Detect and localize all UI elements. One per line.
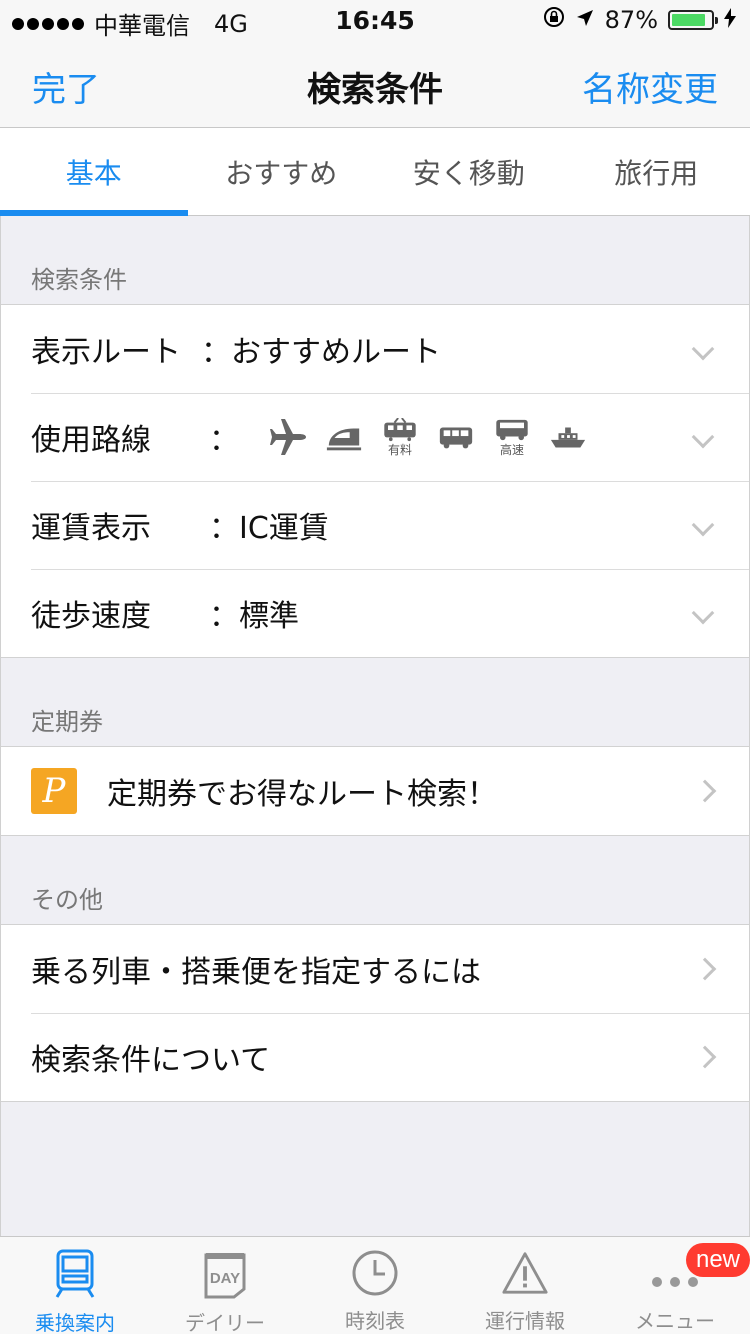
lines-used-separator: ：	[209, 423, 239, 458]
tabbar-transfer[interactable]: 乗換案内	[0, 1237, 150, 1334]
tabbar-transfer-label: 乗換案内	[35, 1311, 115, 1334]
lines-used-label: 使用路線	[31, 423, 151, 458]
transport-icons: 有料 高速	[267, 416, 589, 458]
fare-display-row[interactable]: 運賃表示 ：IC運賃	[1, 481, 749, 569]
route-display-label: 表示ルート	[31, 335, 181, 370]
location-icon	[575, 6, 595, 34]
chevron-right-icon	[693, 1045, 717, 1069]
section-header-other: その他	[31, 886, 103, 914]
specify-train-row[interactable]: 乗る列車・搭乗便を指定するには	[1, 925, 749, 1013]
calendar-day-icon: DAY	[201, 1249, 249, 1299]
tab-recommended[interactable]: おすすめ	[188, 128, 376, 215]
bottom-tab-bar: 乗換案内 DAY デイリー 時刻表 運行情報 メニュー new	[0, 1236, 750, 1334]
tab-basic[interactable]: 基本	[0, 128, 188, 216]
battery-icon	[668, 10, 718, 30]
tabbar-timetable-label: 時刻表	[345, 1309, 405, 1333]
section-header-commuter: 定期券	[31, 708, 103, 736]
tab-travel[interactable]: 旅行用	[563, 128, 750, 215]
navigation-bar: 完了 検索条件 名称変更	[0, 40, 750, 128]
new-badge: new	[685, 1243, 750, 1277]
tabbar-daily[interactable]: DAY デイリー	[150, 1237, 300, 1334]
train-icon	[51, 1249, 99, 1299]
status-right: 87%	[543, 6, 736, 34]
route-display-value: ：おすすめルート	[201, 335, 441, 370]
tabbar-daily-label: デイリー	[185, 1311, 265, 1334]
shinkansen-icon[interactable]	[323, 416, 365, 458]
rotation-lock-icon	[543, 6, 565, 34]
specify-train-label: 乗る列車・搭乗便を指定するには	[31, 955, 481, 990]
commuter-pass-icon: P	[31, 768, 77, 814]
tab-cheap[interactable]: 安く移動	[375, 128, 563, 215]
ferry-icon[interactable]	[547, 416, 589, 458]
condition-tabs: 基本 おすすめ 安く移動 旅行用	[0, 128, 750, 216]
fare-display-value: ：IC運賃	[209, 511, 329, 546]
route-display-row[interactable]: 表示ルート ：おすすめルート	[1, 305, 749, 393]
rename-button[interactable]: 名称変更	[582, 62, 718, 111]
tabbar-menu[interactable]: メニュー new	[600, 1237, 750, 1334]
commuter-group: P 定期券でお得なルート検索！	[1, 746, 749, 836]
tabbar-service-info[interactable]: 運行情報	[450, 1237, 600, 1334]
search-conditions-group: 表示ルート ：おすすめルート 使用路線 ： 有料 高速 運賃表示 ：IC運賃 徒…	[1, 304, 749, 658]
warning-icon	[501, 1249, 549, 1297]
highway-label: 高速	[499, 443, 524, 457]
battery-percent: 87%	[604, 6, 658, 34]
tabbar-timetable[interactable]: 時刻表	[300, 1237, 450, 1334]
lines-used-row[interactable]: 使用路線 ： 有料 高速	[1, 393, 749, 481]
battery-level	[672, 14, 706, 26]
commuter-route-row[interactable]: P 定期券でお得なルート検索！	[1, 747, 749, 835]
settings-content: 検索条件 表示ルート ：おすすめルート 使用路線 ： 有料 高速 運賃表示 ：I…	[0, 216, 750, 1236]
chevron-right-icon	[693, 957, 717, 981]
fare-display-label: 運賃表示	[31, 511, 151, 546]
section-header-search: 検索条件	[31, 266, 127, 294]
tabbar-service-info-label: 運行情報	[485, 1309, 565, 1333]
about-conditions-row[interactable]: 検索条件について	[1, 1013, 749, 1101]
about-conditions-label: 検索条件について	[31, 1043, 271, 1078]
walk-speed-row[interactable]: 徒歩速度 ：標準	[1, 569, 749, 657]
clock-icon	[351, 1249, 399, 1297]
charging-icon	[724, 6, 736, 34]
chevron-down-icon	[691, 425, 715, 449]
commuter-route-label: 定期券でお得なルート検索！	[107, 777, 497, 812]
chevron-right-icon	[693, 779, 717, 803]
paid-label: 有料	[387, 443, 412, 457]
walk-speed-value: ：標準	[209, 599, 299, 634]
bus-icon[interactable]	[435, 416, 477, 458]
calendar-day-text: DAY	[210, 1270, 240, 1287]
status-bar: 中華電信 4G 16:45 87%	[0, 0, 750, 40]
highway-bus-icon[interactable]: 高速	[491, 416, 533, 458]
other-group: 乗る列車・搭乗便を指定するには 検索条件について	[1, 924, 749, 1102]
airplane-icon[interactable]	[267, 416, 309, 458]
walk-speed-label: 徒歩速度	[31, 599, 151, 634]
limited-express-icon[interactable]: 有料	[379, 416, 421, 458]
tabbar-menu-label: メニュー	[635, 1309, 715, 1333]
